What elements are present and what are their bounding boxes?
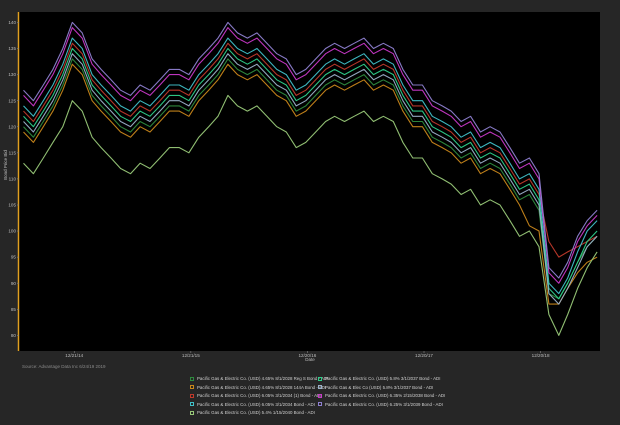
legend-swatch xyxy=(318,376,322,381)
y-tick-label: 105 xyxy=(8,203,16,208)
y-tick-label: 120 xyxy=(8,124,16,129)
legend-swatch xyxy=(190,385,194,389)
y-tick-label: 115 xyxy=(9,150,17,155)
legend-label: Pacific Gas & Electric Co. (USD) 6.35% 2… xyxy=(325,393,446,398)
legend-item[interactable]: Pacific Gas & Electric Co. (USD) 4.65% 8… xyxy=(190,376,328,381)
legend-swatch xyxy=(318,385,322,389)
legend-label: Pacific Gas & Electric Co. (USD) 5.8% 3/… xyxy=(325,376,441,381)
x-tick-label: 12/20/18 xyxy=(532,353,550,358)
plot-area xyxy=(19,12,600,351)
legend-item[interactable]: Pacific Gas & Electric Co. (USD) 6.05% 3… xyxy=(190,393,322,398)
x-tick-label: 12/20/17 xyxy=(415,353,433,358)
legend-label: Pacific Gas & Electric Co. (USD) 5.4% 1/… xyxy=(197,410,315,415)
y-tick-label: 110 xyxy=(9,176,17,181)
legend-swatch xyxy=(190,376,194,381)
y-tick-label: 90 xyxy=(11,281,17,286)
legend-swatch xyxy=(318,393,322,398)
legend-label: Pacific Gas & Elec Co (USD) 5.8% 3/1/203… xyxy=(325,384,434,390)
price-chart: Bond Price Bid Date 80859095100105110115… xyxy=(3,12,600,362)
source-note: Source: Advantage Data Inc 6/24/19 2019 xyxy=(22,364,106,369)
legend-swatch xyxy=(190,402,194,406)
y-tick-label: 85 xyxy=(11,307,17,312)
legend-item[interactable]: Pacific Gas & Electric Co. (USD) 6.25% 3… xyxy=(318,401,443,407)
y-tick-label: 95 xyxy=(11,255,17,260)
legend-label: Pacific Gas & Electric Co. (USD) 4.65% 8… xyxy=(197,376,329,381)
legend-swatch xyxy=(318,402,322,406)
y-tick-label: 125 xyxy=(8,98,16,103)
legend-item[interactable]: Pacific Gas & Elec Co (USD) 5.8% 3/1/203… xyxy=(318,385,440,390)
legend-label: Pacific Gas & Electric Co. (USD) 6.25% 3… xyxy=(325,401,443,407)
legend: Pacific Gas & Electric Co. (USD) 4.65% 8… xyxy=(190,376,445,415)
legend-item[interactable]: Pacific Gas & Electric Co. (USD) 4.65% 8… xyxy=(190,385,326,390)
y-tick-label: 80 xyxy=(11,333,17,338)
legend-label: Pacific Gas & Electric Co. (USD) 6.05% 3… xyxy=(197,401,315,407)
legend-swatch xyxy=(190,393,194,398)
legend-label: Pacific Gas & Electric Co. (USD) 4.65% 8… xyxy=(197,384,327,390)
legend-item[interactable]: Pacific Gas & Electric Co. (USD) 5.4% 1/… xyxy=(190,410,318,415)
y-tick-label: 100 xyxy=(8,229,16,234)
x-tick-label: 12/21/15 xyxy=(182,353,200,358)
legend-swatch xyxy=(190,410,194,415)
legend-item[interactable]: Pacific Gas & Electric Co. (USD) 5.8% 3/… xyxy=(318,376,440,381)
legend-item[interactable]: Pacific Gas & Electric Co. (USD) 6.05% 3… xyxy=(190,402,318,407)
chart-frame: Bond Price Bid Date 80 85 90 95 100 105 110 115… xyxy=(0,0,620,420)
y-tick-label: 135 xyxy=(8,46,16,51)
legend-label: Pacific Gas & Electric Co. (USD) 6.05% 3… xyxy=(197,393,322,398)
y-tick-label: 130 xyxy=(8,72,16,77)
x-tick-label: 12/20/16 xyxy=(298,353,316,358)
y-axis-label: Bond Price Bid xyxy=(3,150,8,180)
y-tick-label: 140 xyxy=(8,20,16,25)
legend-item[interactable]: Pacific Gas & Electric Co. (USD) 6.35% 2… xyxy=(318,393,445,398)
x-tick-label: 12/21/14 xyxy=(65,353,83,358)
